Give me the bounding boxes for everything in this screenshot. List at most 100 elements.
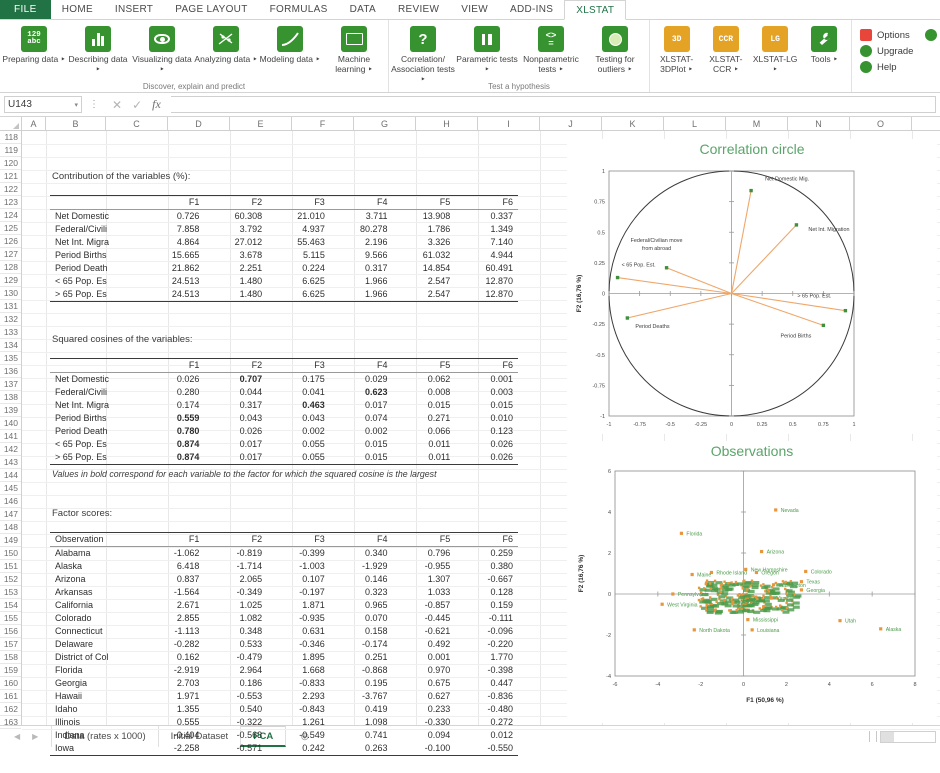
row-header-162[interactable]: 162 bbox=[0, 703, 21, 716]
row-header-142[interactable]: 142 bbox=[0, 443, 21, 456]
nav-next-icon[interactable]: ▶ bbox=[32, 732, 38, 741]
ribbon-tab-file[interactable]: FILE bbox=[0, 0, 51, 19]
row-header-121[interactable]: 121 bbox=[0, 170, 21, 183]
ribbon-button-bar-chart[interactable]: Describing data ‣ bbox=[66, 24, 130, 74]
column-header-D[interactable]: D bbox=[168, 117, 230, 130]
ribbon-tab-data[interactable]: DATA bbox=[339, 0, 387, 19]
row-header-158[interactable]: 158 bbox=[0, 651, 21, 664]
row-header-130[interactable]: 130 bbox=[0, 287, 21, 300]
grid-cells[interactable]: Contribution of the variables (%): F1F2F… bbox=[22, 131, 940, 725]
row-header-126[interactable]: 126 bbox=[0, 235, 21, 248]
ribbon-button-ccr[interactable]: CCRXLSTAT-CCR ‣ bbox=[701, 24, 750, 74]
insert-function-icon[interactable]: fx bbox=[152, 97, 161, 112]
row-header-120[interactable]: 120 bbox=[0, 157, 21, 170]
scrollbar-grip[interactable] bbox=[869, 731, 877, 742]
ribbon-tab-formulas[interactable]: FORMULAS bbox=[259, 0, 339, 19]
column-header-L[interactable]: L bbox=[664, 117, 726, 130]
column-header-J[interactable]: J bbox=[540, 117, 602, 130]
column-header-A[interactable]: A bbox=[22, 117, 46, 130]
row-header-122[interactable]: 122 bbox=[0, 183, 21, 196]
column-header-H[interactable]: H bbox=[416, 117, 478, 130]
select-all-corner[interactable] bbox=[0, 117, 22, 130]
ribbon-button-question[interactable]: ?Correlation/ Association tests ‣ bbox=[391, 24, 455, 84]
row-header-150[interactable]: 150 bbox=[0, 547, 21, 560]
row-header-146[interactable]: 146 bbox=[0, 495, 21, 508]
ribbon-button-screen[interactable]: Machine learning ‣ bbox=[322, 24, 386, 74]
row-header-147[interactable]: 147 bbox=[0, 508, 21, 521]
column-header-F[interactable]: F bbox=[292, 117, 354, 130]
row-header-132[interactable]: 132 bbox=[0, 313, 21, 326]
row-header-124[interactable]: 124 bbox=[0, 209, 21, 222]
row-header-141[interactable]: 141 bbox=[0, 430, 21, 443]
row-header-118[interactable]: 118 bbox=[0, 131, 21, 144]
ribbon-button-3d[interactable]: 3DXLSTAT-3DPlot ‣ bbox=[652, 24, 701, 74]
ribbon-tab-home[interactable]: HOME bbox=[51, 0, 104, 19]
column-header-I[interactable]: I bbox=[478, 117, 540, 130]
row-header-136[interactable]: 136 bbox=[0, 365, 21, 378]
ribbon-button-circle[interactable]: Testing for outliers ‣ bbox=[583, 24, 647, 74]
xlstat-command-about-xlstat[interactable]: About XLSTAT bbox=[925, 29, 940, 41]
row-header-137[interactable]: 137 bbox=[0, 378, 21, 391]
row-header-144[interactable]: 144 bbox=[0, 469, 21, 482]
row-header-129[interactable]: 129 bbox=[0, 274, 21, 287]
ribbon-button-scatter[interactable]: Analyzing data ‣ bbox=[194, 24, 258, 64]
xlstat-command-upgrade[interactable]: Upgrade bbox=[860, 45, 913, 57]
ribbon-tab-add-ins[interactable]: ADD-INS bbox=[499, 0, 564, 19]
cancel-icon[interactable]: ✕ bbox=[112, 98, 122, 112]
row-header-152[interactable]: 152 bbox=[0, 573, 21, 586]
row-header-159[interactable]: 159 bbox=[0, 664, 21, 677]
ribbon-button-numbers[interactable]: 129abcPreparing data ‣ bbox=[2, 24, 66, 64]
row-header-131[interactable]: 131 bbox=[0, 300, 21, 313]
row-header-161[interactable]: 161 bbox=[0, 690, 21, 703]
column-header-G[interactable]: G bbox=[354, 117, 416, 130]
row-header-123[interactable]: 123 bbox=[0, 196, 21, 209]
row-header-139[interactable]: 139 bbox=[0, 404, 21, 417]
ribbon-button-lg[interactable]: LGXLSTAT-LG ‣ bbox=[751, 24, 800, 74]
row-header-119[interactable]: 119 bbox=[0, 144, 21, 157]
formula-input[interactable] bbox=[171, 96, 936, 113]
xlstat-command-options[interactable]: Options bbox=[860, 29, 913, 41]
ribbon-button-bell[interactable]: Parametric tests ‣ bbox=[455, 24, 519, 74]
row-header-145[interactable]: 145 bbox=[0, 482, 21, 495]
row-header-140[interactable]: 140 bbox=[0, 417, 21, 430]
column-header-M[interactable]: M bbox=[726, 117, 788, 130]
ribbon-tab-review[interactable]: REVIEW bbox=[387, 0, 450, 19]
row-header-135[interactable]: 135 bbox=[0, 352, 21, 365]
row-header-138[interactable]: 138 bbox=[0, 391, 21, 404]
ribbon-button-curve[interactable]: Modeling data ‣ bbox=[258, 24, 322, 64]
row-header-149[interactable]: 149 bbox=[0, 534, 21, 547]
column-header-K[interactable]: K bbox=[602, 117, 664, 130]
scrollbar-track[interactable] bbox=[880, 731, 936, 743]
ribbon-tab-xlstat[interactable]: XLSTAT bbox=[564, 0, 626, 20]
confirm-icon[interactable]: ✓ bbox=[132, 98, 142, 112]
ribbon-tab-view[interactable]: VIEW bbox=[450, 0, 499, 19]
ribbon-button-code[interactable]: <>=Nonparametric tests ‣ bbox=[519, 24, 583, 74]
nav-prev-icon[interactable]: ◀ bbox=[14, 732, 20, 741]
column-header-E[interactable]: E bbox=[230, 117, 292, 130]
column-header-B[interactable]: B bbox=[46, 117, 106, 130]
row-header-157[interactable]: 157 bbox=[0, 638, 21, 651]
ribbon-tab-page-layout[interactable]: PAGE LAYOUT bbox=[164, 0, 258, 19]
row-header-125[interactable]: 125 bbox=[0, 222, 21, 235]
row-header-153[interactable]: 153 bbox=[0, 586, 21, 599]
column-header-N[interactable]: N bbox=[788, 117, 850, 130]
row-header-154[interactable]: 154 bbox=[0, 599, 21, 612]
column-header-C[interactable]: C bbox=[106, 117, 168, 130]
row-header-133[interactable]: 133 bbox=[0, 326, 21, 339]
ribbon-button-eye[interactable]: Visualizing data ‣ bbox=[130, 24, 194, 74]
row-header-156[interactable]: 156 bbox=[0, 625, 21, 638]
scrollbar-thumb[interactable] bbox=[881, 732, 894, 742]
xlstat-command-help[interactable]: Help bbox=[860, 61, 913, 73]
row-header-134[interactable]: 134 bbox=[0, 339, 21, 352]
row-header-148[interactable]: 148 bbox=[0, 521, 21, 534]
row-header-128[interactable]: 128 bbox=[0, 261, 21, 274]
row-header-127[interactable]: 127 bbox=[0, 248, 21, 261]
column-header-O[interactable]: O bbox=[850, 117, 912, 130]
ribbon-tab-insert[interactable]: INSERT bbox=[104, 0, 164, 19]
row-header-160[interactable]: 160 bbox=[0, 677, 21, 690]
name-box[interactable]: U143 ▾ bbox=[4, 96, 82, 113]
row-header-143[interactable]: 143 bbox=[0, 456, 21, 469]
ribbon-button-wrench[interactable]: Tools ‣ bbox=[800, 24, 849, 64]
row-header-155[interactable]: 155 bbox=[0, 612, 21, 625]
row-header-151[interactable]: 151 bbox=[0, 560, 21, 573]
